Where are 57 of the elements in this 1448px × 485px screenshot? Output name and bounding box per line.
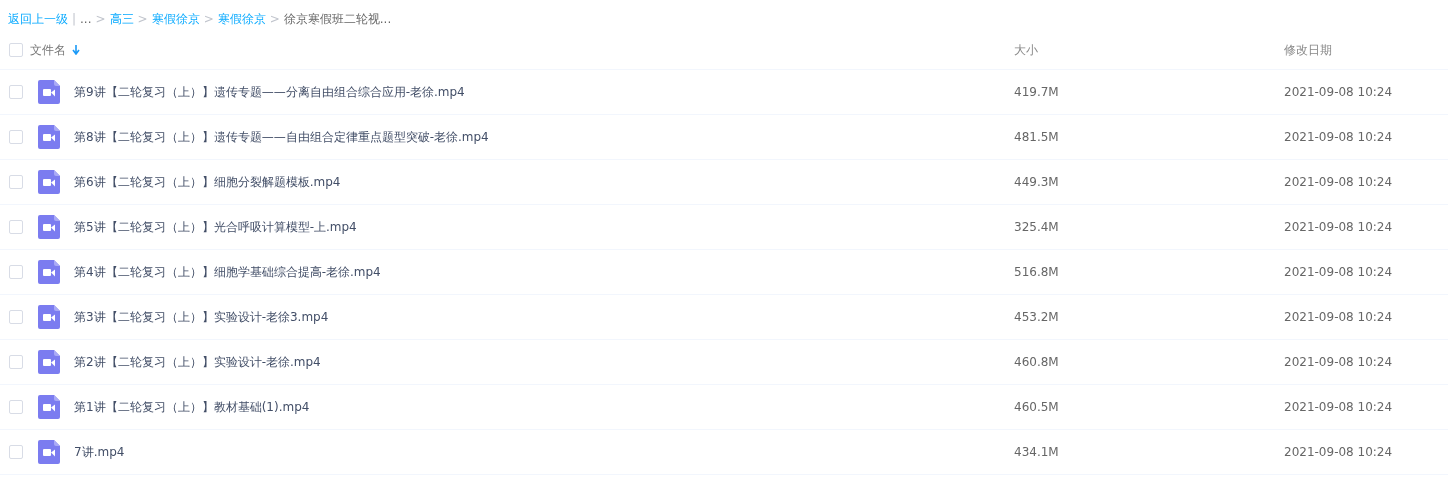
breadcrumb-separator: > bbox=[137, 12, 148, 26]
video-file-icon bbox=[38, 125, 60, 149]
video-file-icon bbox=[38, 305, 60, 329]
file-name-link[interactable]: 第8讲【二轮复习（上）】遗传专题——自由组合定律重点题型突破-老徐.mp4 bbox=[74, 128, 489, 146]
row-checkbox[interactable] bbox=[9, 85, 23, 99]
file-name-link[interactable]: 第3讲【二轮复习（上）】实验设计-老徐3.mp4 bbox=[74, 308, 329, 326]
file-name-link[interactable]: 第9讲【二轮复习（上）】遗传专题——分离自由组合综合应用-老徐.mp4 bbox=[74, 83, 465, 101]
file-size: 460.8M bbox=[1014, 355, 1059, 369]
breadcrumb-separator: > bbox=[203, 12, 214, 26]
breadcrumb-ellipsis: ... bbox=[80, 12, 92, 26]
modified-date: 2021-09-08 10:24 bbox=[1284, 445, 1393, 459]
video-file-icon bbox=[38, 260, 60, 284]
column-header[interactable]: 修改日期 bbox=[1284, 41, 1332, 59]
video-file-icon bbox=[38, 440, 60, 464]
modified-date: 2021-09-08 10:24 bbox=[1284, 220, 1393, 234]
file-size: 325.4M bbox=[1014, 220, 1059, 234]
file-size: 453.2M bbox=[1014, 310, 1059, 324]
file-size: 460.5M bbox=[1014, 400, 1059, 414]
modified-date: 2021-09-08 10:24 bbox=[1284, 85, 1393, 99]
video-file-icon bbox=[38, 350, 60, 374]
video-file-icon bbox=[38, 395, 60, 419]
row-checkbox[interactable] bbox=[9, 445, 23, 459]
video-file-icon bbox=[38, 215, 60, 239]
file-name-link[interactable]: 第4讲【二轮复习（上）】细胞学基础综合提高-老徐.mp4 bbox=[74, 263, 381, 281]
file-name-link[interactable]: 第2讲【二轮复习（上）】实验设计-老徐.mp4 bbox=[74, 353, 321, 371]
breadcrumb-separator: > bbox=[95, 12, 106, 26]
modified-date: 2021-09-08 10:24 bbox=[1284, 175, 1393, 189]
file-size: 449.3M bbox=[1014, 175, 1059, 189]
select-all-checkbox[interactable] bbox=[9, 43, 23, 57]
modified-date: 2021-09-08 10:24 bbox=[1284, 265, 1393, 279]
column-header[interactable]: 大小 bbox=[1014, 41, 1038, 59]
breadcrumb-current: 徐京寒假班二轮视... bbox=[283, 10, 392, 28]
modified-date: 2021-09-08 10:24 bbox=[1284, 400, 1393, 414]
breadcrumb-divider: | bbox=[72, 12, 77, 26]
file-name-link[interactable]: 第1讲【二轮复习（上）】教材基础(1).mp4 bbox=[74, 398, 310, 416]
modified-date: 2021-09-08 10:24 bbox=[1284, 355, 1393, 369]
video-file-icon bbox=[38, 80, 60, 104]
row-checkbox[interactable] bbox=[9, 130, 23, 144]
row-checkbox[interactable] bbox=[9, 355, 23, 369]
modified-date: 2021-09-08 10:24 bbox=[1284, 310, 1393, 324]
row-checkbox[interactable] bbox=[9, 400, 23, 414]
column-header[interactable]: 文件名 bbox=[30, 41, 66, 59]
modified-date: 2021-09-08 10:24 bbox=[1284, 130, 1393, 144]
file-name-link[interactable]: 7讲.mp4 bbox=[74, 443, 125, 461]
video-file-icon bbox=[38, 170, 60, 194]
row-checkbox[interactable] bbox=[9, 310, 23, 324]
row-checkbox[interactable] bbox=[9, 220, 23, 234]
row-checkbox[interactable] bbox=[9, 265, 23, 279]
file-size: 419.7M bbox=[1014, 85, 1059, 99]
file-size: 434.1M bbox=[1014, 445, 1059, 459]
file-name-link[interactable]: 第5讲【二轮复习（上）】光合呼吸计算模型-上.mp4 bbox=[74, 218, 357, 236]
row-checkbox[interactable] bbox=[9, 175, 23, 189]
file-size: 481.5M bbox=[1014, 130, 1059, 144]
file-size: 516.8M bbox=[1014, 265, 1059, 279]
breadcrumb-separator: > bbox=[269, 12, 280, 26]
file-name-link[interactable]: 第6讲【二轮复习（上）】细胞分裂解题模板.mp4 bbox=[74, 173, 341, 191]
sort-arrow-icon[interactable] bbox=[72, 45, 80, 55]
